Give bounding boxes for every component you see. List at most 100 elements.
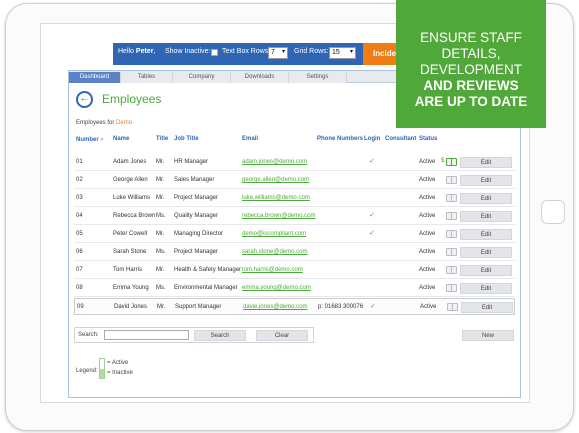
page-title: Employees xyxy=(102,92,162,106)
callout-line: DETAILS, xyxy=(441,46,501,61)
col-header-phone[interactable]: Phone Numbers xyxy=(317,136,363,142)
table-row[interactable]: 07 Tom Harris Mr. Health & Safety Manager to… xyxy=(74,262,515,279)
book-icon[interactable] xyxy=(446,248,457,256)
callout-line-bold: ARE UP TO DATE xyxy=(414,94,528,109)
table-row[interactable]: 02 George Allen Mr. Sales Manager george.all… xyxy=(74,172,515,189)
tablet-home-button[interactable] xyxy=(541,200,565,224)
tab-downloads[interactable]: Downloads xyxy=(231,72,289,83)
tab-dashboard[interactable]: Dashboard xyxy=(69,72,121,83)
cell-status: Active xyxy=(419,267,436,273)
cell-email[interactable]: luke.williams@demo.com xyxy=(242,195,310,201)
cell-job: Managing Director xyxy=(174,231,224,237)
login-check-icon: ✓ xyxy=(369,212,375,219)
col-header-job-title[interactable]: Job Title xyxy=(174,136,199,142)
cell-email[interactable]: demo@iscompliant.com xyxy=(242,231,306,237)
edit-button[interactable]: Edit xyxy=(460,157,512,168)
tab-settings[interactable]: Settings xyxy=(289,72,347,83)
cell-email[interactable]: george.allen@demo.com xyxy=(242,177,309,183)
table-row[interactable]: 09 David Jones Mr. Support Manager davie.jon… xyxy=(74,298,515,315)
book-icon[interactable] xyxy=(446,176,457,184)
org-link[interactable]: Demo xyxy=(116,120,132,126)
book-icon[interactable] xyxy=(446,212,457,220)
cell-status: Active xyxy=(419,159,436,165)
col-header-consultant[interactable]: Consultant xyxy=(385,136,416,142)
grid-rows-select[interactable]: 15 ▾ xyxy=(329,47,356,59)
chevron-down-icon: ▾ xyxy=(349,49,353,55)
table-row[interactable]: 05 Peter Cowell Mr. Managing Director demo@i… xyxy=(74,226,515,243)
cell-title: Mr. xyxy=(156,159,165,165)
cell-job: Project Manager xyxy=(174,195,219,201)
cell-email[interactable]: tom.harris@demo.com xyxy=(242,267,303,273)
cell-email[interactable]: adam.jones@demo.com xyxy=(242,159,307,165)
cell-name: Tom Harris xyxy=(113,267,143,273)
col-header-number[interactable]: Number ▿ xyxy=(76,136,103,143)
edit-button[interactable]: Edit xyxy=(460,247,512,258)
cell-number: 02 xyxy=(76,177,83,183)
col-header-login[interactable]: Login xyxy=(364,136,380,142)
table-row[interactable]: 06 Sarah Stone Ms. Project Manager sarah.sto… xyxy=(74,244,515,261)
table-row[interactable]: 04 Rebecca Brown Ms. Quality Manager rebecca… xyxy=(74,208,515,225)
cell-email[interactable]: davie.jones@demo.com xyxy=(243,304,307,310)
book-icon[interactable] xyxy=(446,158,457,166)
grid-rows-label: Grid Rows: xyxy=(294,48,329,55)
text-box-rows-select[interactable]: 7 ▾ xyxy=(268,47,288,59)
book-icon[interactable] xyxy=(446,230,457,238)
tab-company[interactable]: Company xyxy=(173,72,231,83)
new-employee-button[interactable]: New xyxy=(462,330,514,341)
cell-job: Environmental Manager xyxy=(174,285,238,291)
book-icon[interactable] xyxy=(446,284,457,292)
cell-name: Emma Young xyxy=(113,285,149,291)
cell-name: Rebecca Brown xyxy=(113,213,156,219)
show-inactive-checkbox[interactable] xyxy=(211,49,218,56)
search-input[interactable] xyxy=(104,330,189,340)
cell-email[interactable]: sarah.stone@demo.com xyxy=(242,249,307,255)
cell-title: Mr. xyxy=(157,304,166,310)
cell-status: Active xyxy=(419,195,436,201)
table-row[interactable]: 01 Adam Jones Mr. HR Manager adam.jones@demo… xyxy=(74,154,515,171)
book-icon[interactable] xyxy=(447,303,458,311)
callout-line: DEVELOPMENT xyxy=(419,62,523,77)
edit-button[interactable]: Edit xyxy=(460,193,512,204)
cell-status: Active xyxy=(419,213,436,219)
greeting: Hello Peter, xyxy=(118,48,156,55)
cell-title: Ms. xyxy=(156,213,166,219)
col-header-email[interactable]: Email xyxy=(242,136,258,142)
search-bar: Search: Search Clear xyxy=(74,327,314,343)
search-label: Search: xyxy=(78,332,99,338)
sort-icon: ▿ xyxy=(100,137,104,143)
page-subtitle: Employees for Demo xyxy=(76,120,133,126)
col-header-status[interactable]: Status xyxy=(419,136,437,142)
cell-status: Active xyxy=(420,304,437,310)
cell-email[interactable]: rebecca.brown@demo.com xyxy=(242,213,315,219)
dollar-icon[interactable]: $ xyxy=(441,158,444,164)
tab-tables[interactable]: Tables xyxy=(121,72,173,83)
cell-title: Ms. xyxy=(156,249,166,255)
edit-button[interactable]: Edit xyxy=(460,229,512,240)
cell-email[interactable]: emma.young@demo.com xyxy=(242,285,311,291)
edit-button[interactable]: Edit xyxy=(460,175,512,186)
col-header-title[interactable]: Title xyxy=(156,136,168,142)
edit-button[interactable]: Edit xyxy=(460,211,512,222)
show-inactive-label: Show Inactive: xyxy=(165,48,211,55)
clear-button[interactable]: Clear xyxy=(256,330,308,341)
edit-button[interactable]: Edit xyxy=(461,302,513,313)
edit-button[interactable]: Edit xyxy=(460,283,512,294)
cell-title: Mr. xyxy=(156,195,165,201)
cell-job: Project Manager xyxy=(174,249,219,255)
legend-active-text: = Active xyxy=(107,360,129,366)
callout-line-bold: AND REVIEWS xyxy=(423,78,519,93)
login-check-icon: ✓ xyxy=(370,303,376,310)
cell-number: 07 xyxy=(76,267,83,273)
search-button[interactable]: Search xyxy=(194,330,246,341)
back-arrow-icon[interactable]: ← xyxy=(76,91,93,108)
col-header-name[interactable]: Name xyxy=(113,136,129,142)
legend-inactive-swatch xyxy=(100,369,104,378)
book-icon[interactable] xyxy=(446,266,457,274)
cell-number: 03 xyxy=(76,195,83,201)
edit-button[interactable]: Edit xyxy=(460,265,512,276)
book-icon[interactable] xyxy=(446,194,457,202)
legend-active-swatch xyxy=(100,359,104,368)
cell-job: Sales Manager xyxy=(174,177,215,183)
table-row[interactable]: 08 Emma Young Ms. Environmental Manager emma… xyxy=(74,280,515,297)
table-row[interactable]: 03 Luke Williams Mr. Project Manager luke.wi… xyxy=(74,190,515,207)
